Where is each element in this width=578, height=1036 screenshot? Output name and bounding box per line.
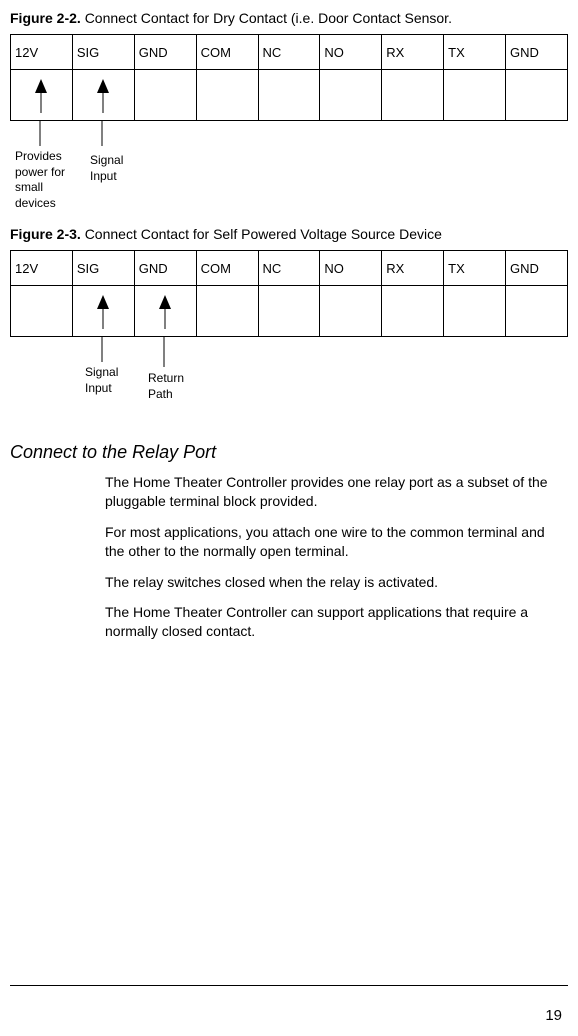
- table-row: [11, 286, 568, 337]
- pin-cell: SIG: [72, 35, 134, 70]
- page-rule: [10, 985, 568, 986]
- pin-cell: TX: [444, 251, 506, 286]
- pin-cell: RX: [382, 35, 444, 70]
- arrow-icon: [77, 77, 132, 113]
- pin-cell: SIG: [72, 251, 134, 286]
- page-number: 19: [545, 1007, 562, 1024]
- figure-2-3-table: 12V SIG GND COM NC NO RX TX GND: [10, 250, 568, 337]
- empty-cell: [72, 286, 134, 337]
- arrow-icon: [15, 77, 70, 113]
- paragraph: The Home Theater Controller provides one…: [105, 473, 558, 511]
- paragraph: The Home Theater Controller can support …: [105, 603, 558, 641]
- empty-cell: [506, 70, 568, 121]
- empty-cell: [382, 286, 444, 337]
- arrow-icon: [139, 293, 194, 329]
- arrow-icon: [77, 293, 132, 329]
- empty-cell: [196, 286, 258, 337]
- pin-cell: 12V: [11, 35, 73, 70]
- figure-2-3-annotations: Signal Input Return Path: [10, 337, 568, 422]
- empty-cell: [11, 70, 73, 121]
- pin-cell: COM: [196, 35, 258, 70]
- pin-cell: 12V: [11, 251, 73, 286]
- figure-2-3-title: Figure 2-3. Connect Contact for Self Pow…: [10, 226, 568, 242]
- paragraph: The relay switches closed when the relay…: [105, 573, 558, 592]
- section-heading: Connect to the Relay Port: [10, 442, 568, 463]
- pin-cell: GND: [506, 251, 568, 286]
- empty-cell: [72, 70, 134, 121]
- annotation-label: Provides power for small devices: [15, 149, 85, 211]
- pin-cell: GND: [134, 251, 196, 286]
- empty-cell: [320, 286, 382, 337]
- pin-cell: NC: [258, 35, 320, 70]
- figure-2-3-label: Figure 2-3.: [10, 226, 81, 242]
- empty-cell: [382, 70, 444, 121]
- empty-cell: [444, 70, 506, 121]
- empty-cell: [134, 286, 196, 337]
- empty-cell: [444, 286, 506, 337]
- empty-cell: [11, 286, 73, 337]
- pin-cell: TX: [444, 35, 506, 70]
- empty-cell: [320, 70, 382, 121]
- figure-2-2: Figure 2-2. Connect Contact for Dry Cont…: [10, 10, 568, 206]
- pin-cell: GND: [506, 35, 568, 70]
- empty-cell: [258, 286, 320, 337]
- paragraph: For most applications, you attach one wi…: [105, 523, 558, 561]
- figure-2-3-caption: Connect Contact for Self Powered Voltage…: [85, 226, 442, 242]
- empty-cell: [134, 70, 196, 121]
- figure-2-3: Figure 2-3. Connect Contact for Self Pow…: [10, 226, 568, 422]
- figure-2-2-annotations: Provides power for small devices Signal …: [10, 121, 568, 206]
- pin-cell: NO: [320, 35, 382, 70]
- pin-cell: NC: [258, 251, 320, 286]
- annotation-lines: [10, 337, 270, 372]
- empty-cell: [258, 70, 320, 121]
- pin-cell: GND: [134, 35, 196, 70]
- empty-cell: [196, 70, 258, 121]
- pin-cell: RX: [382, 251, 444, 286]
- pin-cell: NO: [320, 251, 382, 286]
- figure-2-2-label: Figure 2-2.: [10, 10, 81, 26]
- figure-2-2-caption: Connect Contact for Dry Contact (i.e. Do…: [85, 10, 452, 26]
- annotation-label: Signal Input: [90, 153, 140, 184]
- pin-cell: COM: [196, 251, 258, 286]
- annotation-label: Return Path: [148, 371, 198, 402]
- annotation-label: Signal Input: [85, 365, 135, 396]
- figure-2-2-title: Figure 2-2. Connect Contact for Dry Cont…: [10, 10, 568, 26]
- table-row: [11, 70, 568, 121]
- table-row: 12V SIG GND COM NC NO RX TX GND: [11, 251, 568, 286]
- figure-2-2-table: 12V SIG GND COM NC NO RX TX GND: [10, 34, 568, 121]
- table-row: 12V SIG GND COM NC NO RX TX GND: [11, 35, 568, 70]
- empty-cell: [506, 286, 568, 337]
